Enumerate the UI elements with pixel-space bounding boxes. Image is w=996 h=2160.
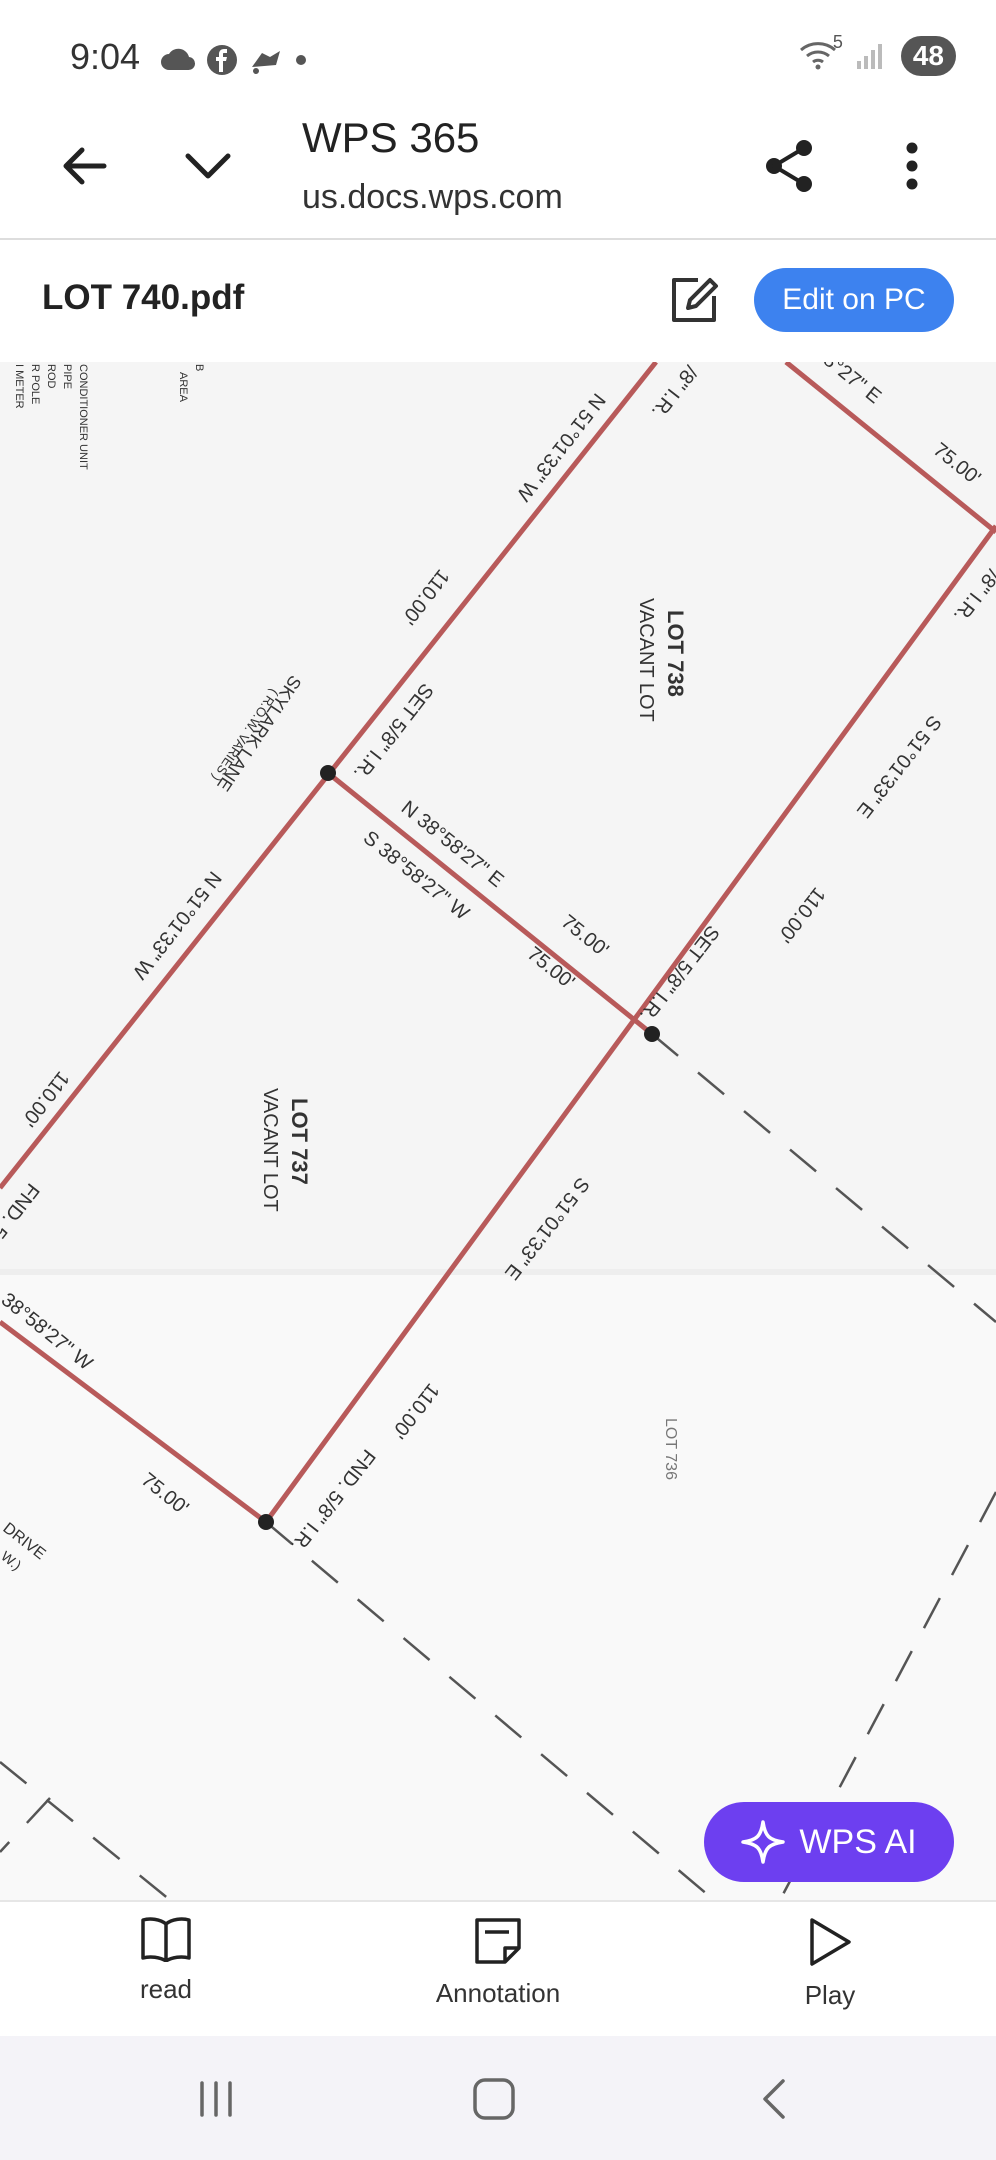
- wifi-badge: 5: [832, 31, 843, 52]
- share-icon: [766, 140, 812, 192]
- note-icon: [475, 1918, 521, 1964]
- play-label: Play: [804, 1980, 856, 2010]
- browser-header: WPS 365 us.docs.wps.com: [0, 110, 996, 240]
- nav-back-button[interactable]: [734, 2064, 814, 2134]
- lot-737-sub: VACANT LOT: [259, 1088, 281, 1212]
- notification-icons: [160, 40, 308, 80]
- recent-apps-icon: [200, 2081, 232, 2117]
- legend-item-meter: I METER: [13, 364, 25, 409]
- play-icon: [810, 1918, 851, 1966]
- book-icon: [141, 1917, 191, 1962]
- survey-drawing: CONDITIONER UNIT PIPE ROD R POLE I METER…: [0, 362, 996, 1900]
- battery-level: 48: [900, 36, 956, 76]
- system-icons: 5 48: [799, 32, 956, 76]
- annotation-label: Annotation: [435, 1978, 561, 2008]
- chevron-down-icon: [185, 153, 231, 179]
- home-icon: [473, 2078, 515, 2120]
- back-button[interactable]: [44, 126, 124, 206]
- sparkle-icon: [741, 1820, 786, 1864]
- more-vert-icon: [906, 142, 918, 190]
- page-title: WPS 365: [302, 114, 480, 161]
- more-options-button[interactable]: [872, 126, 952, 206]
- document-file-name: LOT 740.pdf: [42, 278, 245, 317]
- cast-icon: [252, 51, 280, 74]
- document-header: LOT 740.pdf Edit on PC: [0, 240, 996, 363]
- cloud-icon: [161, 48, 196, 71]
- wps-ai-label: WPS AI: [799, 1822, 917, 1861]
- legend-item-pipe: PIPE: [61, 364, 73, 389]
- dot-icon: [296, 55, 306, 65]
- lot-737-label: LOT 737: [287, 1098, 312, 1185]
- wps-ai-button[interactable]: WPS AI: [704, 1802, 954, 1882]
- lot-738-label: LOT 738: [663, 610, 688, 697]
- bottom-toolbar: read Annotation Play: [0, 1900, 996, 2038]
- annotation-tool[interactable]: Annotation: [398, 1916, 598, 2009]
- tabs-dropdown-button[interactable]: [168, 126, 248, 206]
- back-arrow-icon: [63, 147, 107, 185]
- read-label: read: [139, 1974, 193, 2004]
- status-time: 9:04: [70, 36, 141, 77]
- pdf-viewer[interactable]: CONDITIONER UNIT PIPE ROD R POLE I METER…: [0, 362, 996, 1900]
- lot-738-sub: VACANT LOT: [635, 598, 657, 722]
- share-button[interactable]: [750, 126, 830, 206]
- legend-item-area: AREA: [177, 372, 189, 403]
- facebook-icon: [207, 45, 237, 75]
- signal-icon: [856, 44, 882, 69]
- system-nav-bar: [0, 2036, 996, 2160]
- home-button[interactable]: [454, 2064, 534, 2134]
- wifi-status: 5: [799, 32, 843, 75]
- recent-apps-button[interactable]: [176, 2064, 256, 2134]
- edit-pencil-icon: [672, 278, 718, 322]
- status-bar: 9:04 5 48: [0, 0, 996, 110]
- legend-item-pole: R POLE: [29, 364, 41, 404]
- legend-item-conditioner: CONDITIONER UNIT: [77, 364, 89, 470]
- edit-button[interactable]: [654, 260, 734, 340]
- lot-736-label: LOT 736: [662, 1418, 679, 1480]
- read-tool[interactable]: read: [66, 1916, 266, 2005]
- edit-on-pc-button[interactable]: Edit on PC: [754, 268, 954, 332]
- page-url[interactable]: us.docs.wps.com: [302, 178, 563, 217]
- legend-item-b: B: [193, 364, 205, 371]
- back-icon: [763, 2079, 785, 2119]
- play-tool[interactable]: Play: [730, 1916, 930, 2011]
- legend-item-rod: ROD: [45, 364, 57, 389]
